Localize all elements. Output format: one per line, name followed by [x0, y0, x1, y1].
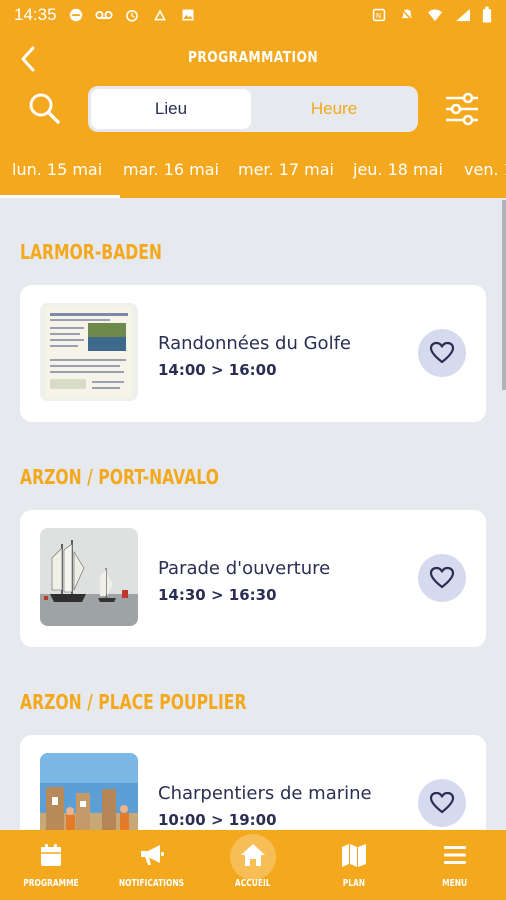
event-thumbnail	[40, 753, 138, 830]
nav-notifications[interactable]: NOTIFICATIONS	[101, 830, 202, 900]
filter-sliders-icon[interactable]	[442, 90, 482, 128]
hamburger-icon	[443, 846, 466, 864]
dnd-icon	[69, 8, 82, 22]
nav-menu[interactable]: MENU	[404, 830, 505, 900]
day-tab[interactable]: lun. 15 mai	[12, 160, 102, 179]
heart-icon	[429, 341, 455, 364]
image-icon	[182, 9, 193, 21]
event-card[interactable]: Charpentiers de marine 10:00 > 19:00	[20, 735, 486, 830]
nav-label: PLAN	[342, 878, 365, 889]
nav-plan[interactable]: PLAN	[303, 830, 404, 900]
day-tab[interactable]: mar. 16 mai	[123, 160, 219, 179]
heart-icon	[429, 791, 455, 814]
event-thumbnail	[40, 528, 138, 626]
event-name: Charpentiers de marine	[158, 783, 372, 804]
segment-heure[interactable]: Heure	[253, 89, 415, 129]
event-name: Parade d'ouverture	[158, 558, 331, 579]
svg-text:N: N	[376, 12, 381, 20]
event-thumbnail	[40, 303, 138, 401]
favorite-button[interactable]	[418, 779, 466, 827]
mute-icon	[401, 9, 413, 21]
calendar-icon	[40, 844, 61, 866]
view-segmented-control: Lieu Heure	[88, 86, 418, 132]
bottom-navigation: PROGRAMME NOTIFICATIONS ACCUEIL PLAN MEN…	[0, 830, 506, 900]
signal-icon	[456, 8, 470, 22]
programme-list[interactable]: LARMOR-BADEN Randonnées du Golfe 14:00 >…	[0, 198, 506, 830]
nfc-icon: N	[372, 8, 386, 22]
event-card[interactable]: Randonnées du Golfe 14:00 > 16:00	[20, 285, 486, 422]
section-title: LARMOR-BADEN	[20, 240, 162, 264]
home-icon	[240, 844, 265, 866]
section-title: ARZON / PORT-NAVALO	[20, 465, 219, 489]
header: PROGRAMMATION Lieu Heure lun. 15 mai mar…	[0, 30, 506, 198]
nav-accueil[interactable]: ACCUEIL	[202, 830, 303, 900]
nav-label: MENU	[442, 878, 467, 889]
status-time: 14:35	[14, 5, 57, 24]
usb-icon	[154, 9, 165, 21]
nav-programme[interactable]: PROGRAMME	[0, 830, 101, 900]
event-time: 14:00 > 16:00	[158, 361, 277, 379]
wifi-icon	[428, 9, 442, 22]
nav-label: PROGRAMME	[22, 878, 79, 889]
nav-label: ACCUEIL	[234, 878, 271, 889]
event-time: 14:30 > 16:30	[158, 586, 277, 604]
back-arrow-icon[interactable]	[14, 42, 44, 76]
event-name: Randonnées du Golfe	[158, 333, 351, 354]
favorite-button[interactable]	[418, 554, 466, 602]
scrollbar[interactable]	[502, 200, 506, 390]
segment-lieu[interactable]: Lieu	[91, 89, 251, 129]
page-title: PROGRAMMATION	[187, 48, 319, 66]
day-tab[interactable]: ven. 19	[464, 160, 506, 179]
day-tab[interactable]: mer. 17 mai	[238, 160, 334, 179]
section-title: ARZON / PLACE POUPLIER	[20, 690, 247, 714]
battery-icon	[482, 6, 492, 23]
favorite-button[interactable]	[418, 329, 466, 377]
event-card[interactable]: Parade d'ouverture 14:30 > 16:30	[20, 510, 486, 647]
alarm-icon	[125, 9, 138, 22]
map-icon	[341, 844, 366, 867]
nav-label: NOTIFICATIONS	[118, 878, 185, 889]
search-icon[interactable]	[24, 88, 64, 128]
day-tabs: lun. 15 mai mar. 16 mai mer. 17 mai jeu.…	[0, 150, 506, 198]
heart-icon	[429, 566, 455, 589]
status-bar: 14:35 N	[0, 0, 506, 30]
event-time: 10:00 > 19:00	[158, 811, 277, 829]
voicemail-icon	[94, 10, 113, 20]
megaphone-icon	[140, 845, 164, 865]
day-tab[interactable]: jeu. 18 mai	[353, 160, 443, 179]
